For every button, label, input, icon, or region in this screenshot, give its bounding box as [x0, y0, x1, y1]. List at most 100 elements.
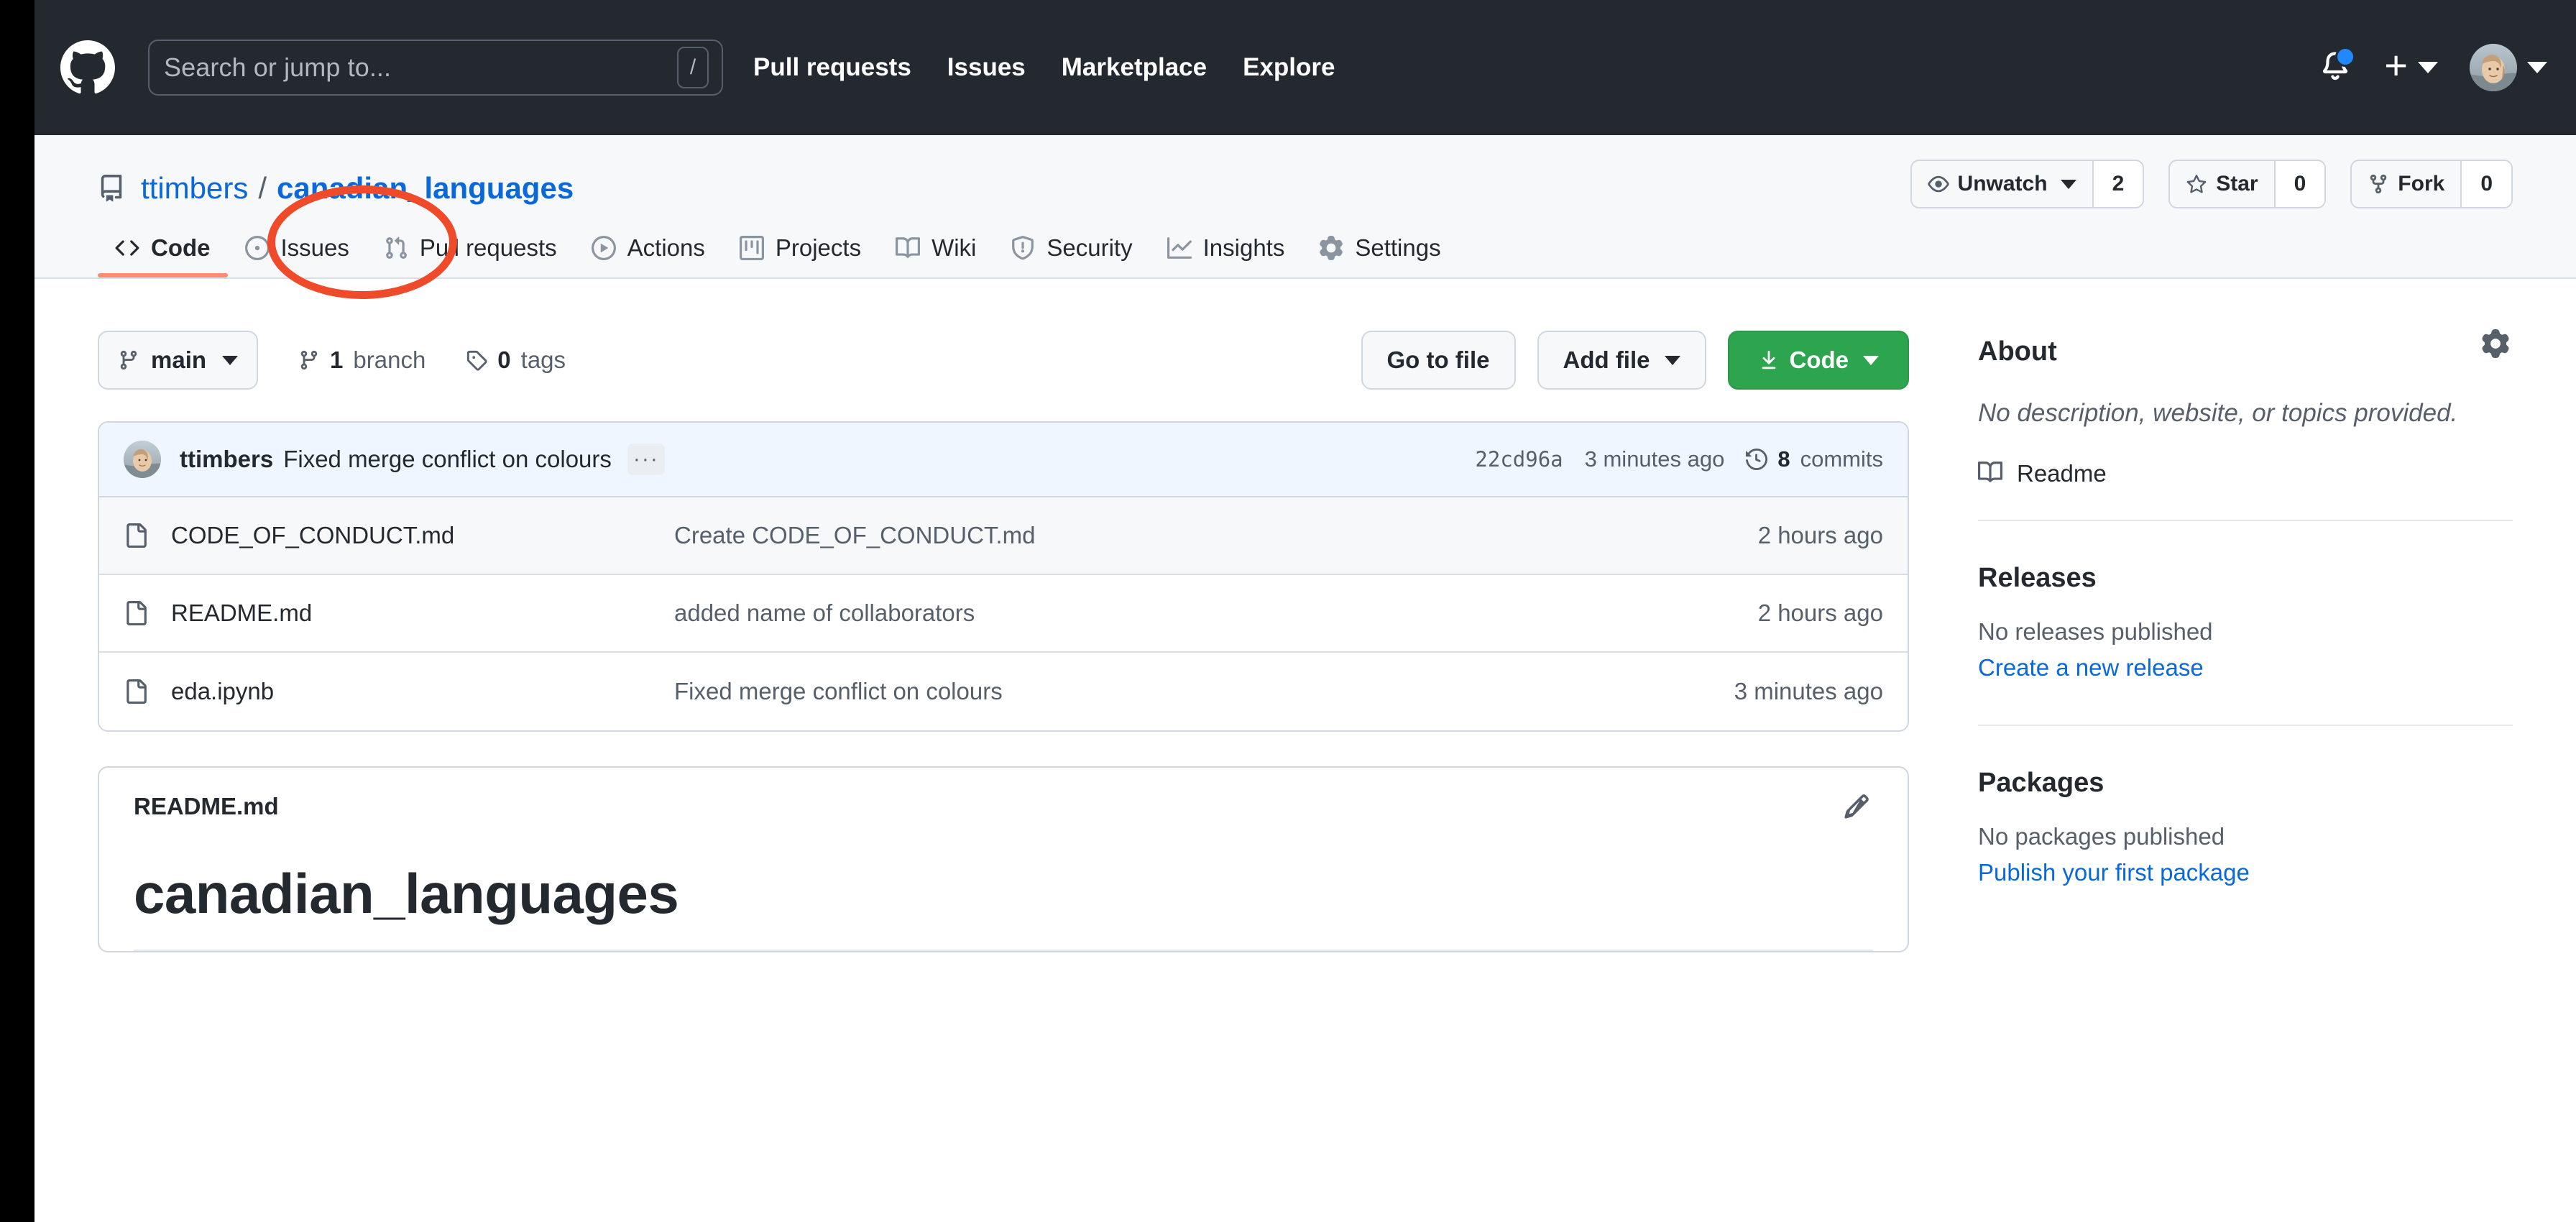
star-label: Star	[2216, 172, 2258, 196]
book-icon	[896, 236, 921, 260]
releases-empty-text: No releases published	[1978, 617, 2213, 645]
table-row[interactable]: eda.ipynb Fixed merge conflict on colour…	[99, 653, 1908, 730]
branch-count[interactable]: 1 branch	[298, 346, 426, 374]
file-action-bar: main 1 branch 0 tags Go to file Add file…	[98, 331, 1909, 390]
releases-title: Releases	[1978, 562, 2097, 593]
watch-button-group: Unwatch 2	[1910, 160, 2145, 208]
commits-count-link[interactable]: 8 commits	[1746, 446, 1883, 472]
avatar	[2470, 44, 2517, 91]
about-description: No description, website, or topics provi…	[1978, 399, 2458, 427]
branch-label: main	[151, 346, 207, 373]
table-row[interactable]: README.md added name of collaborators 2 …	[99, 575, 1908, 653]
unwatch-button[interactable]: Unwatch	[1910, 160, 2092, 208]
branch-selector[interactable]: main	[98, 331, 259, 390]
tab-settings-label: Settings	[1355, 234, 1441, 261]
gear-icon	[1319, 236, 1343, 260]
readme-link-label: Readme	[2017, 460, 2107, 487]
tab-code[interactable]: Code	[98, 234, 228, 277]
global-header: Search or jump to... / Pull requests Iss…	[34, 0, 2576, 135]
fork-label: Fork	[2398, 172, 2445, 196]
file-commit-message[interactable]: added name of collaborators	[674, 599, 1758, 627]
commit-author-name[interactable]: ttimbers	[180, 446, 273, 473]
global-nav: Pull requests Issues Marketplace Explore	[753, 53, 1335, 82]
commit-sha[interactable]: 22cd96a	[1475, 447, 1563, 472]
file-icon	[124, 599, 148, 628]
packages-section: Packages No packages published Publish y…	[1978, 768, 2513, 893]
nav-marketplace[interactable]: Marketplace	[1062, 53, 1207, 82]
file-timestamp: 2 hours ago	[1757, 522, 1883, 548]
tab-wiki[interactable]: Wiki	[878, 234, 993, 277]
readme-header: README.md	[99, 768, 1908, 845]
tab-issues[interactable]: Issues	[228, 234, 367, 277]
watch-count[interactable]: 2	[2092, 160, 2145, 208]
tab-insights[interactable]: Insights	[1150, 234, 1302, 277]
tab-code-label: Code	[151, 234, 211, 261]
notifications-bell-icon[interactable]	[2318, 47, 2356, 86]
create-new-button[interactable]: +	[2384, 45, 2438, 86]
commit-message[interactable]: Fixed merge conflict on colours	[283, 446, 612, 473]
table-row[interactable]: CODE_OF_CONDUCT.md Create CODE_OF_CONDUC…	[99, 497, 1908, 575]
commit-expand-button[interactable]: ···	[627, 444, 665, 475]
play-icon	[591, 236, 616, 260]
tab-security[interactable]: Security	[993, 234, 1149, 277]
pencil-icon[interactable]	[1843, 793, 1870, 820]
fork-button[interactable]: Fork	[2350, 160, 2461, 208]
github-mark-icon[interactable]	[60, 40, 115, 95]
file-commit-message[interactable]: Create CODE_OF_CONDUCT.md	[674, 522, 1758, 549]
tab-settings[interactable]: Settings	[1302, 234, 1458, 277]
tab-insights-label: Insights	[1202, 234, 1285, 261]
publish-package-link[interactable]: Publish your first package	[1978, 859, 2513, 886]
file-timestamp: 3 minutes ago	[1734, 678, 1883, 704]
tag-count[interactable]: 0 tags	[466, 346, 566, 374]
file-name-link[interactable]: CODE_OF_CONDUCT.md	[171, 522, 674, 549]
nav-issues[interactable]: Issues	[947, 53, 1026, 82]
chevron-down-icon	[1863, 355, 1879, 365]
go-to-file-button[interactable]: Go to file	[1361, 331, 1516, 390]
create-release-link[interactable]: Create a new release	[1978, 654, 2513, 681]
search-input[interactable]: Search or jump to... /	[148, 40, 723, 96]
file-icon	[124, 521, 148, 550]
commits-count-label: commits	[1800, 446, 1883, 472]
nav-explore[interactable]: Explore	[1243, 53, 1335, 82]
star-count[interactable]: 0	[2273, 160, 2327, 208]
star-button[interactable]: Star	[2168, 160, 2274, 208]
fork-count[interactable]: 0	[2460, 160, 2513, 208]
commit-time: 3 minutes ago	[1584, 446, 1725, 472]
file-commit-message[interactable]: Fixed merge conflict on colours	[674, 678, 1734, 705]
file-name-link[interactable]: eda.ipynb	[171, 678, 674, 705]
readme-filename: README.md	[134, 793, 279, 819]
repo-owner-link[interactable]: ttimbers	[141, 171, 248, 206]
git-pull-request-icon	[384, 236, 408, 260]
account-menu[interactable]	[2470, 44, 2547, 91]
issue-opened-icon	[244, 236, 270, 260]
readme-link[interactable]: Readme	[1978, 460, 2513, 488]
code-download-button[interactable]: Code	[1727, 331, 1909, 390]
readme-heading: canadian_languages	[134, 861, 1873, 951]
tab-pull-requests[interactable]: Pull requests	[367, 234, 574, 277]
about-section: About No description, website, or topics…	[1978, 329, 2513, 528]
file-name-link[interactable]: README.md	[171, 599, 674, 627]
repo-book-icon	[98, 173, 125, 203]
book-icon	[1978, 460, 2003, 488]
tab-projects-label: Projects	[775, 234, 862, 261]
tab-pull-requests-label: Pull requests	[419, 234, 557, 261]
tag-count-label: tags	[520, 346, 566, 373]
commit-author-avatar	[124, 441, 161, 478]
divider	[1978, 519, 2513, 521]
readme-panel: README.md canadian_languages	[98, 766, 1909, 952]
tab-projects[interactable]: Projects	[722, 234, 878, 277]
tab-actions[interactable]: Actions	[574, 234, 722, 277]
branch-count-value: 1	[330, 346, 344, 373]
repo-content-column: main 1 branch 0 tags Go to file Add file…	[98, 331, 1909, 952]
breadcrumb-separator: /	[258, 171, 267, 205]
main-content: main 1 branch 0 tags Go to file Add file…	[34, 279, 2576, 952]
gear-icon[interactable]	[2481, 329, 2510, 358]
nav-pull-requests[interactable]: Pull requests	[753, 53, 911, 82]
add-file-label: Add file	[1563, 346, 1650, 373]
tag-count-value: 0	[497, 346, 511, 373]
repo-name-link[interactable]: canadian_languages	[277, 171, 574, 206]
add-file-button[interactable]: Add file	[1537, 331, 1706, 390]
plus-icon: +	[2384, 42, 2408, 88]
packages-empty-text: No packages published	[1978, 822, 2225, 850]
star-button-group: Star 0	[2168, 160, 2327, 208]
